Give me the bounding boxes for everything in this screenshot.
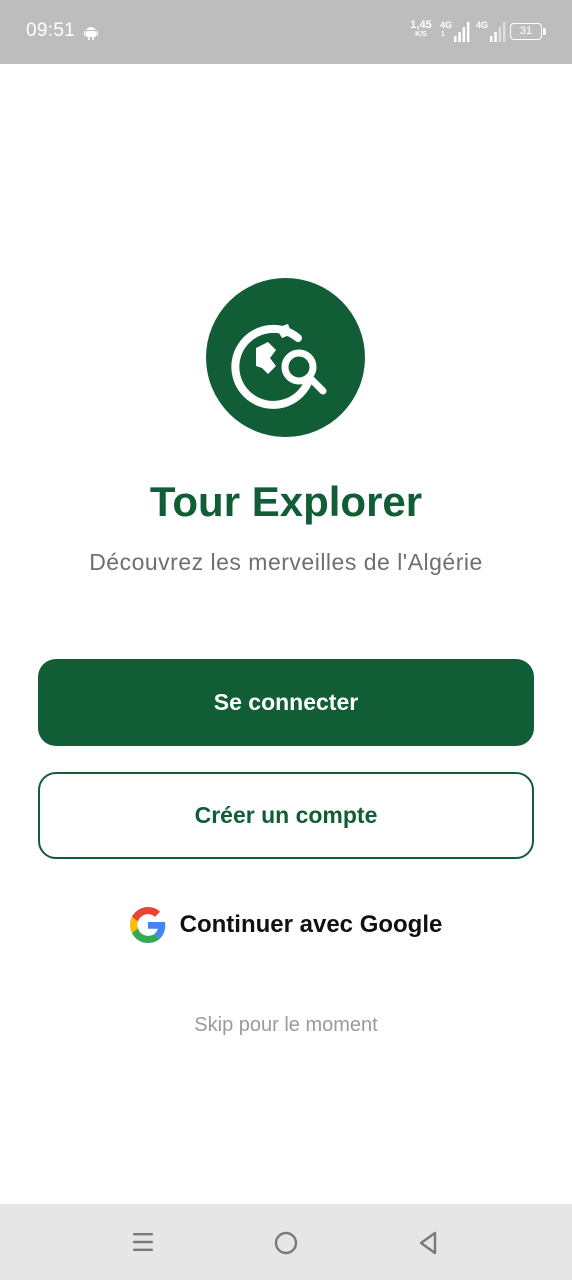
login-button[interactable]: Se connecter	[38, 659, 534, 746]
battery-tip	[543, 28, 546, 35]
create-account-button-label: Créer un compte	[194, 802, 378, 828]
sim1-network-type: 4G	[440, 20, 453, 30]
network-speed: 1,45 K/S	[408, 19, 434, 39]
status-time: 09:51	[26, 20, 76, 41]
skip-link[interactable]: Skip pour le moment	[0, 1014, 572, 1037]
navigation-bar	[0, 1204, 572, 1280]
google-icon	[129, 907, 165, 943]
battery-icon: 31	[510, 23, 542, 40]
signal-icon	[490, 22, 506, 42]
create-account-button[interactable]: Créer un compte	[38, 772, 534, 859]
welcome-screen: 09:51 1,45 K/S 4G 1 4G 31 Tour Explorer …	[0, 0, 572, 1280]
app-logo	[206, 278, 365, 437]
network-speed-value: 1,45	[410, 19, 432, 31]
battery-level: 31	[519, 25, 533, 37]
sim2-signal: 4G	[476, 20, 508, 44]
back-icon[interactable]	[416, 1230, 440, 1256]
android-icon	[84, 27, 98, 40]
app-subtitle: Découvrez les merveilles de l'Algérie	[89, 549, 483, 575]
home-icon[interactable]	[273, 1230, 299, 1256]
menu-icon[interactable]	[131, 1230, 155, 1254]
app-title: Tour Explorer	[149, 478, 423, 525]
signal-icon	[454, 22, 470, 42]
sim1-signal: 4G 1	[440, 20, 472, 44]
status-bar: 09:51 1,45 K/S 4G 1 4G 31	[0, 0, 572, 64]
sim1-subscript: 1	[441, 31, 445, 38]
google-signin-button[interactable]: Continuer avec Google	[0, 898, 572, 952]
network-speed-unit: K/S	[415, 31, 427, 38]
sim2-network-type: 4G	[476, 20, 489, 30]
google-signin-label: Continuer avec Google	[179, 911, 443, 938]
travel-explore-icon	[231, 324, 327, 409]
login-button-label: Se connecter	[213, 689, 359, 715]
